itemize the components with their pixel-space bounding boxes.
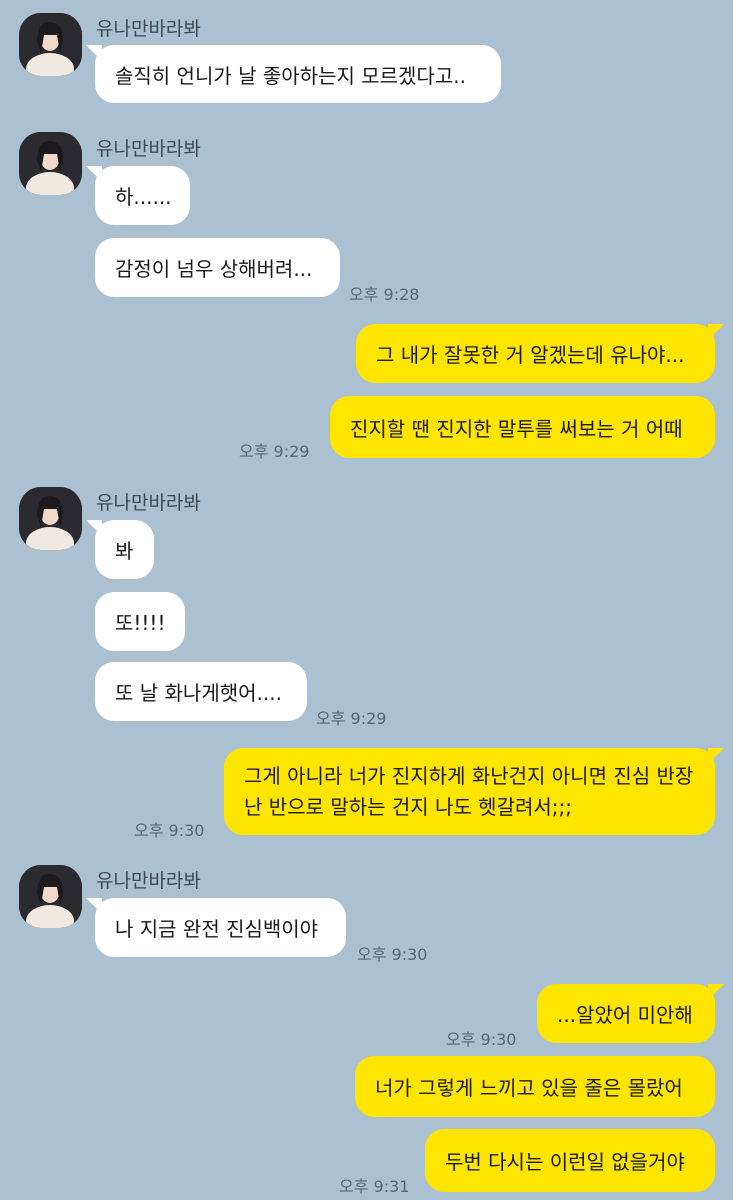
- timestamp: 오후 9:30: [134, 821, 205, 840]
- sender-name: 유나만바라봐: [96, 138, 201, 160]
- timestamp: 오후 9:29: [239, 442, 310, 461]
- avatar[interactable]: [19, 865, 82, 928]
- avatar[interactable]: [19, 132, 82, 195]
- message-bubble[interactable]: 그 내가 잘못한 거 알겠는데 유나야...: [356, 324, 724, 383]
- message-bubble[interactable]: 솔직히 언니가 날 좋아하는지 모르겠다고..: [86, 45, 501, 103]
- message-bubble[interactable]: 하......: [86, 166, 190, 225]
- avatar[interactable]: [19, 13, 82, 76]
- message-bubble[interactable]: 나 지금 완전 진심백이야: [86, 898, 346, 957]
- message-bubble[interactable]: 두번 다시는 이런일 없을거야: [425, 1129, 715, 1192]
- message-bubble[interactable]: 너가 그렇게 느끼고 있을 줄은 몰랐어: [355, 1056, 715, 1117]
- message-bubble[interactable]: 또!!!!: [95, 592, 185, 651]
- timestamp: 오후 9:28: [349, 285, 420, 304]
- message-bubble[interactable]: 감정이 넘우 상해버려...: [95, 238, 340, 297]
- timestamp: 오후 9:29: [316, 709, 387, 728]
- timestamp: 오후 9:30: [446, 1030, 517, 1049]
- message-bubble[interactable]: 그게 아니라 너가 진지하게 화난건지 아니면 진심 반장난 반으로 말하는 건…: [224, 748, 724, 835]
- sender-name: 유나만바라봐: [96, 18, 201, 40]
- timestamp: 오후 9:31: [339, 1177, 410, 1196]
- sender-name: 유나만바라봐: [96, 492, 201, 514]
- avatar[interactable]: [19, 487, 82, 550]
- message-bubble[interactable]: 봐: [86, 520, 154, 579]
- message-bubble[interactable]: 진지할 땐 진지한 말투를 써보는 거 어때: [330, 396, 715, 458]
- timestamp: 오후 9:30: [357, 945, 428, 964]
- message-bubble[interactable]: 또 날 화나게햇어....: [95, 662, 307, 721]
- message-bubble[interactable]: ...알았어 미안해: [537, 984, 724, 1043]
- sender-name: 유나만바라봐: [96, 870, 201, 892]
